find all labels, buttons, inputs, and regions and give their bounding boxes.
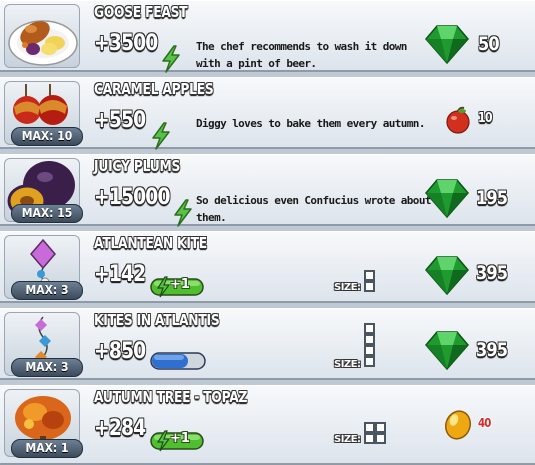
max-quantity-badge: MAX: 1 xyxy=(11,439,83,458)
lightning-bolt-icon xyxy=(162,45,180,73)
size-label: SIZE: xyxy=(334,359,361,370)
energy-value: +15000 xyxy=(94,185,170,210)
item-price: 40 xyxy=(478,416,491,430)
max-quantity-badge: MAX: 15 xyxy=(11,204,83,223)
shop-item-row[interactable]: MAX: 15 JUICY PLUMS +15000 So delicious … xyxy=(0,154,535,227)
item-title: JUICY PLUMS xyxy=(94,157,181,175)
emerald-gem-icon xyxy=(425,25,469,65)
energy-value: +284 xyxy=(94,416,146,441)
item-thumbnail xyxy=(4,4,80,68)
item-price: 50 xyxy=(478,33,500,55)
size-cell xyxy=(364,422,375,433)
item-thumbnail: MAX: 3 xyxy=(4,235,83,300)
item-price: 395 xyxy=(476,339,508,361)
item-thumbnail: MAX: 1 xyxy=(4,389,83,458)
item-title: KITES IN ATLANTIS xyxy=(94,311,220,329)
size-cell xyxy=(364,281,375,292)
item-title: ATLANTEAN KITE xyxy=(94,234,207,252)
shop-item-list: GOOSE FEAST +3500 The chef recommends to… xyxy=(0,0,535,465)
energy-value: +850 xyxy=(94,339,146,364)
emerald-gem-icon xyxy=(425,331,469,371)
item-title: GOOSE FEAST xyxy=(94,3,188,21)
emerald-gem-icon xyxy=(425,179,469,219)
energy-value: +3500 xyxy=(94,31,158,56)
lightning-bolt-icon xyxy=(152,122,170,150)
shop-item-row[interactable]: MAX: 1 AUTUMN TREE - TOPAZ +284 +1 SIZE:… xyxy=(0,385,535,465)
size-label: SIZE: xyxy=(334,434,361,445)
lightning-bolt-icon xyxy=(174,199,192,227)
item-thumbnail: MAX: 3 xyxy=(4,312,83,377)
size-label: SIZE: xyxy=(334,282,361,293)
size-cell xyxy=(364,433,375,444)
item-thumbnail: MAX: 15 xyxy=(4,158,83,223)
size-cell xyxy=(375,422,386,433)
energy-progress-pill xyxy=(150,352,206,370)
topaz-gem-icon xyxy=(444,410,472,440)
item-description: So delicious even Confucius wrote about … xyxy=(196,194,431,224)
item-description: The chef recommends to wash it down with… xyxy=(196,40,407,70)
item-thumbnail: MAX: 10 xyxy=(4,81,83,146)
emerald-gem-icon xyxy=(425,256,469,296)
item-price: 395 xyxy=(476,262,508,284)
apple-icon xyxy=(446,106,470,134)
max-quantity-badge: MAX: 3 xyxy=(11,281,83,300)
item-title: CARAMEL APPLES xyxy=(94,80,214,98)
item-price: 195 xyxy=(476,187,508,209)
size-cell xyxy=(364,270,375,281)
item-price: 10 xyxy=(478,111,493,126)
size-cell xyxy=(364,345,375,356)
energy-bonus-text: +1 xyxy=(170,431,190,446)
item-title: AUTUMN TREE - TOPAZ xyxy=(94,388,248,406)
max-quantity-badge: MAX: 10 xyxy=(11,127,83,146)
item-description: Diggy loves to bake them every autumn. xyxy=(196,117,425,130)
size-cell xyxy=(364,323,375,334)
size-cell xyxy=(364,356,375,367)
max-quantity-badge: MAX: 3 xyxy=(11,358,83,377)
shop-item-row[interactable]: MAX: 3 ATLANTEAN KITE +142 +1 SIZE: 395 xyxy=(0,231,535,303)
shop-item-row[interactable]: MAX: 3 KITES IN ATLANTIS +850 SIZE: 395 xyxy=(0,308,535,380)
energy-value: +550 xyxy=(94,108,146,133)
roast-goose-plate-icon xyxy=(8,20,78,66)
size-cell xyxy=(364,334,375,345)
energy-value: +142 xyxy=(94,262,146,287)
shop-item-row[interactable]: GOOSE FEAST +3500 The chef recommends to… xyxy=(0,0,535,73)
shop-item-row[interactable]: MAX: 10 CARAMEL APPLES +550 Diggy loves … xyxy=(0,77,535,150)
energy-bonus-text: +1 xyxy=(170,277,190,292)
size-cell xyxy=(375,433,386,444)
